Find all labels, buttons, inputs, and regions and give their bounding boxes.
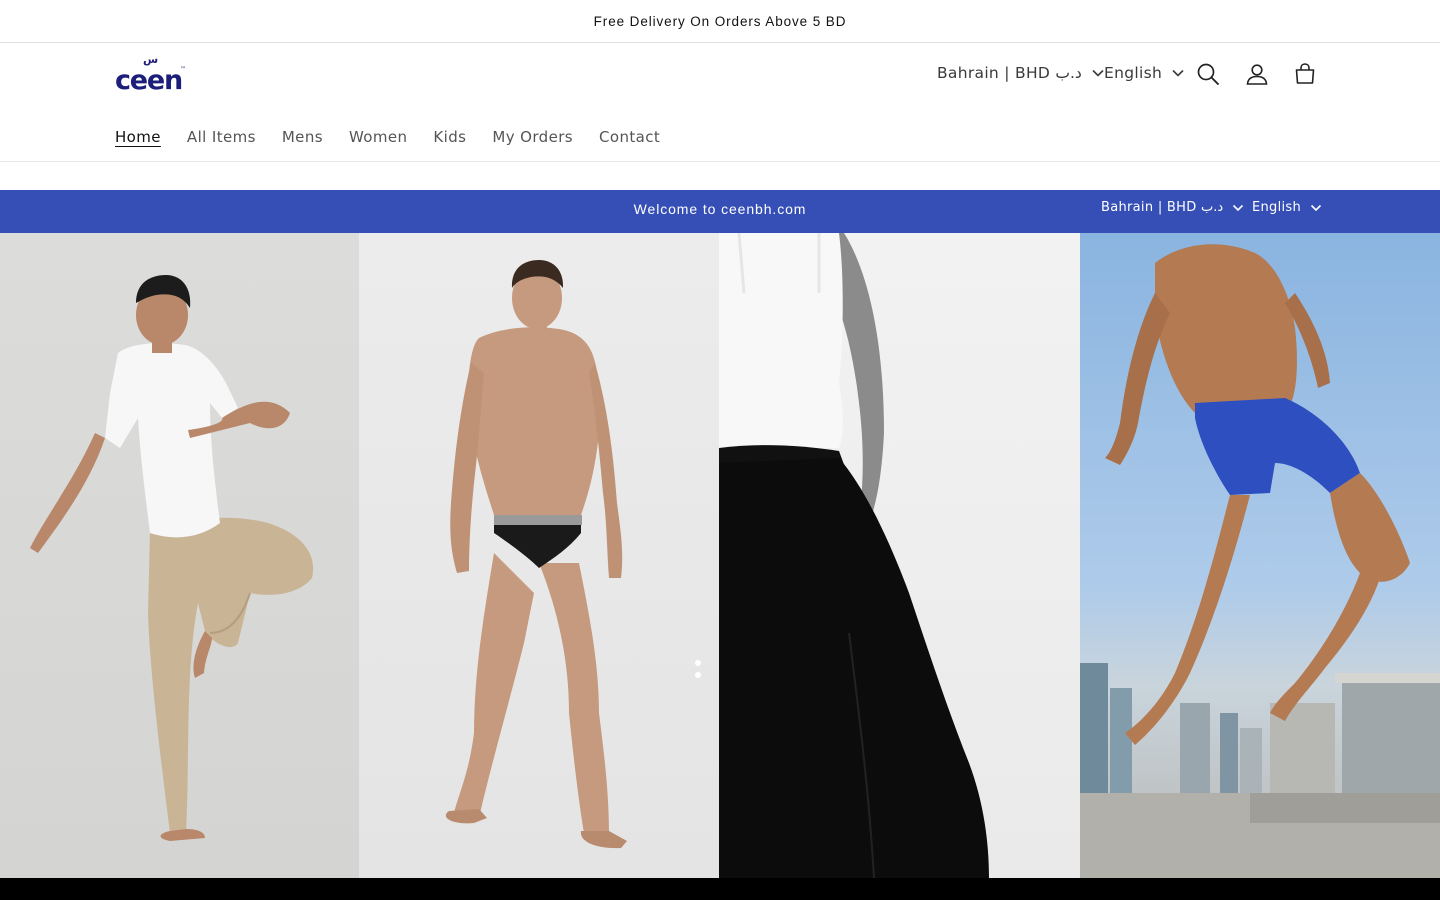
cart-icon (1295, 63, 1315, 84)
slide-dot[interactable] (695, 660, 701, 666)
hero-image-womens-leggings (719, 233, 1080, 878)
search-icon (1197, 63, 1219, 85)
logo-arabic-mark: س (143, 53, 159, 66)
store-logo[interactable]: س ceen ™ (115, 54, 195, 94)
nav-item-my-orders[interactable]: My Orders (492, 127, 573, 147)
announcement-text: Free Delivery On Orders Above 5 BD (593, 13, 847, 29)
hero-banner[interactable] (0, 233, 1440, 878)
country-selector-label: Bahrain | BHD د.ب (937, 64, 1082, 82)
hero-image-mens-loungewear (0, 233, 359, 878)
site-header: س ceen ™ Bahrain | BHD د.ب English Home … (0, 43, 1440, 162)
main-navigation: Home All Items Mens Women Kids My Orders… (115, 127, 686, 147)
language-selector[interactable]: English (1104, 59, 1184, 87)
hero-image-mens-trunks (1080, 233, 1440, 878)
account-button[interactable] (1239, 56, 1275, 92)
welcome-country-label: Bahrain | BHD د.ب (1101, 200, 1224, 215)
language-selector-label: English (1104, 64, 1163, 82)
welcome-language-selector[interactable]: English (1252, 200, 1322, 215)
nav-item-mens[interactable]: Mens (282, 127, 323, 147)
slideshow-dots[interactable] (695, 660, 703, 678)
dark-section-strip (0, 878, 1440, 900)
account-icon (1246, 64, 1268, 85)
announcement-bar: Free Delivery On Orders Above 5 BD (0, 0, 1440, 43)
slide-dot[interactable] (695, 672, 701, 678)
hero-image-mens-briefs (359, 233, 719, 878)
chevron-down-icon (1172, 69, 1184, 77)
nav-item-kids[interactable]: Kids (433, 127, 466, 147)
logo-wordmark: ceen (115, 65, 183, 96)
nav-item-home[interactable]: Home (115, 127, 161, 147)
nav-item-all-items[interactable]: All Items (187, 127, 256, 147)
nav-item-contact[interactable]: Contact (599, 127, 660, 147)
logo-trademark: ™ (180, 66, 186, 73)
welcome-language-label: English (1252, 200, 1302, 215)
country-selector[interactable]: Bahrain | BHD د.ب (937, 59, 1104, 87)
search-button[interactable] (1190, 56, 1226, 92)
welcome-country-selector[interactable]: Bahrain | BHD د.ب (1101, 200, 1244, 215)
chevron-down-icon (1092, 69, 1104, 77)
cart-button[interactable] (1287, 56, 1323, 92)
welcome-bar: Welcome to ceenbh.com Bahrain | BHD د.ب … (0, 190, 1440, 233)
chevron-down-icon (1233, 204, 1244, 211)
nav-item-women[interactable]: Women (349, 127, 407, 147)
chevron-down-icon (1310, 204, 1322, 211)
